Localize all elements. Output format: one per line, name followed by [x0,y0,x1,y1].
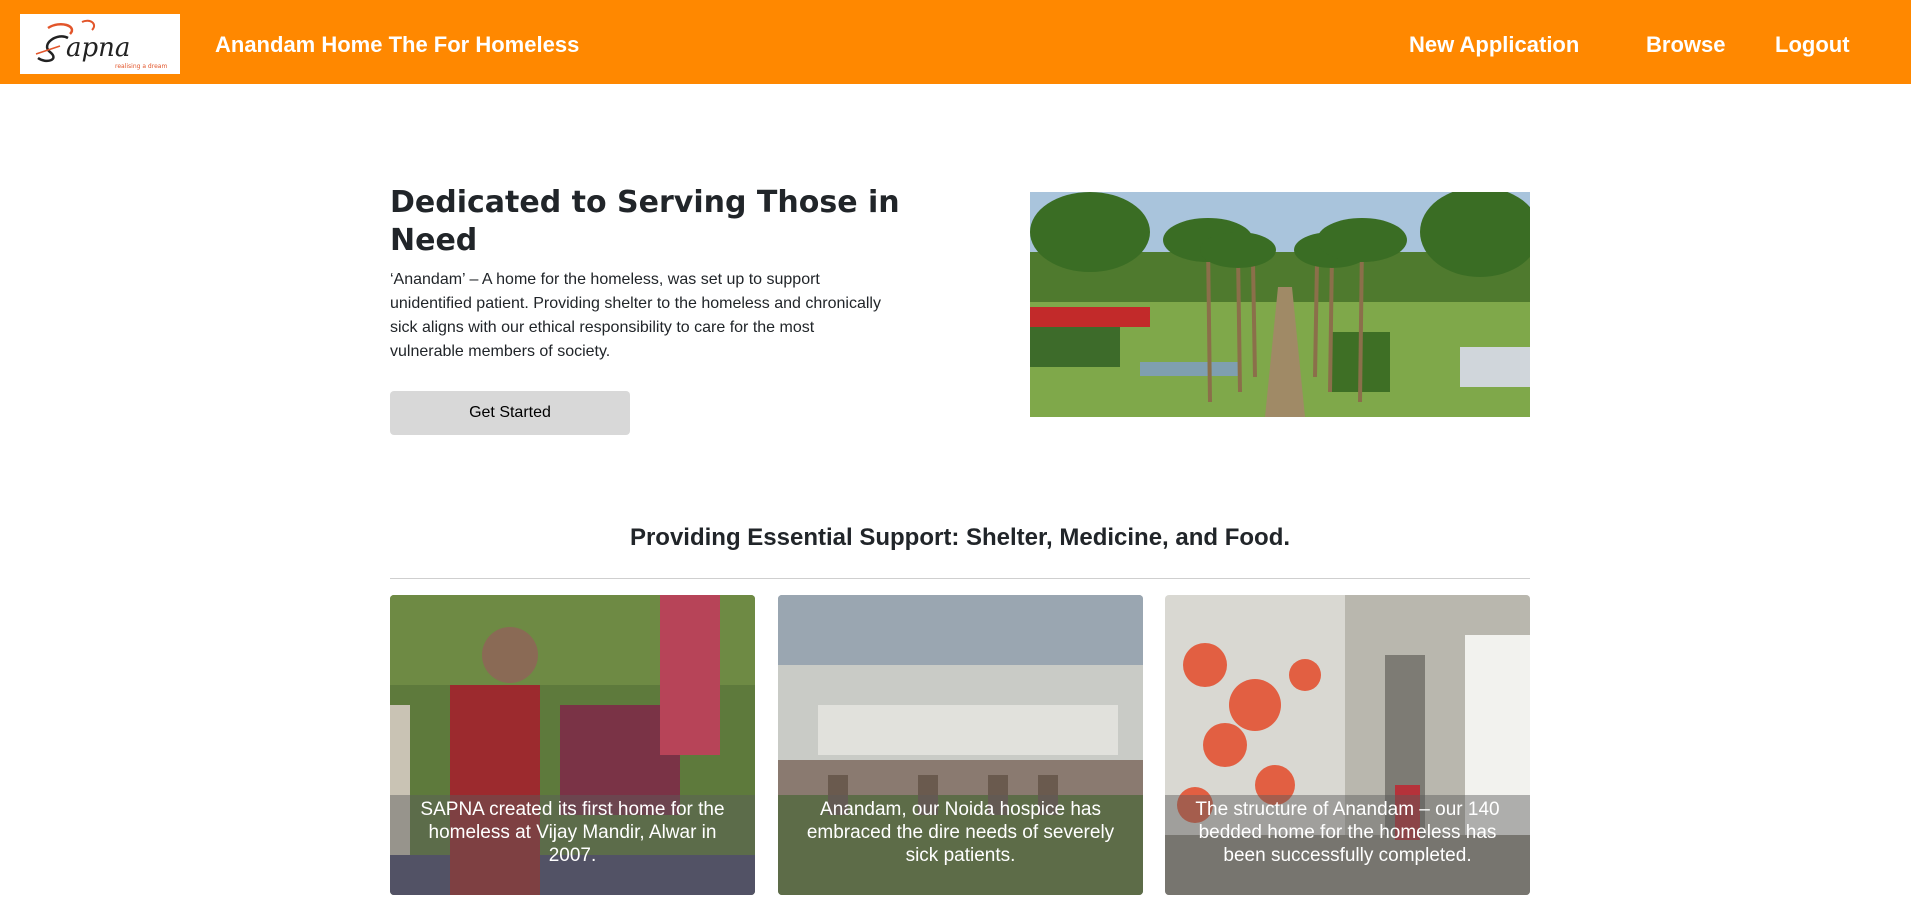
hero-description: ‘Anandam’ – A home for the homeless, was… [390,271,881,360]
nav-browse[interactable]: Browse [1646,32,1725,58]
card-noida-hospice[interactable]: Anandam, our Noida hospice has embraced … [778,595,1143,895]
navbar: apna realising a dream Anandam Home The … [0,0,1911,84]
sapna-logo[interactable]: apna realising a dream [20,14,180,74]
hero-title: Dedicated to Serving Those in Need [390,185,900,258]
svg-text:apna: apna [66,33,130,63]
card-caption: SAPNA created its first home for the hom… [390,795,755,895]
hero-garden-photo [1030,192,1530,417]
site-title: Anandam Home The For Homeless [215,32,580,57]
svg-text:realising a dream: realising a dream [115,63,167,70]
card-caption: The structure of Anandam – our 140 bedde… [1165,795,1530,895]
get-started-button[interactable]: Get Started [390,391,630,435]
card-anandam-structure[interactable]: The structure of Anandam – our 140 bedde… [1165,595,1530,895]
card-vijay-mandir[interactable]: SAPNA created its first home for the hom… [390,595,755,895]
card-caption: Anandam, our Noida hospice has embraced … [778,795,1143,895]
nav-new-application[interactable]: New Application [1409,32,1579,58]
section-heading: Providing Essential Support: Shelter, Me… [629,524,1291,551]
nav-logout[interactable]: Logout [1775,32,1850,58]
section-divider [390,578,1530,579]
